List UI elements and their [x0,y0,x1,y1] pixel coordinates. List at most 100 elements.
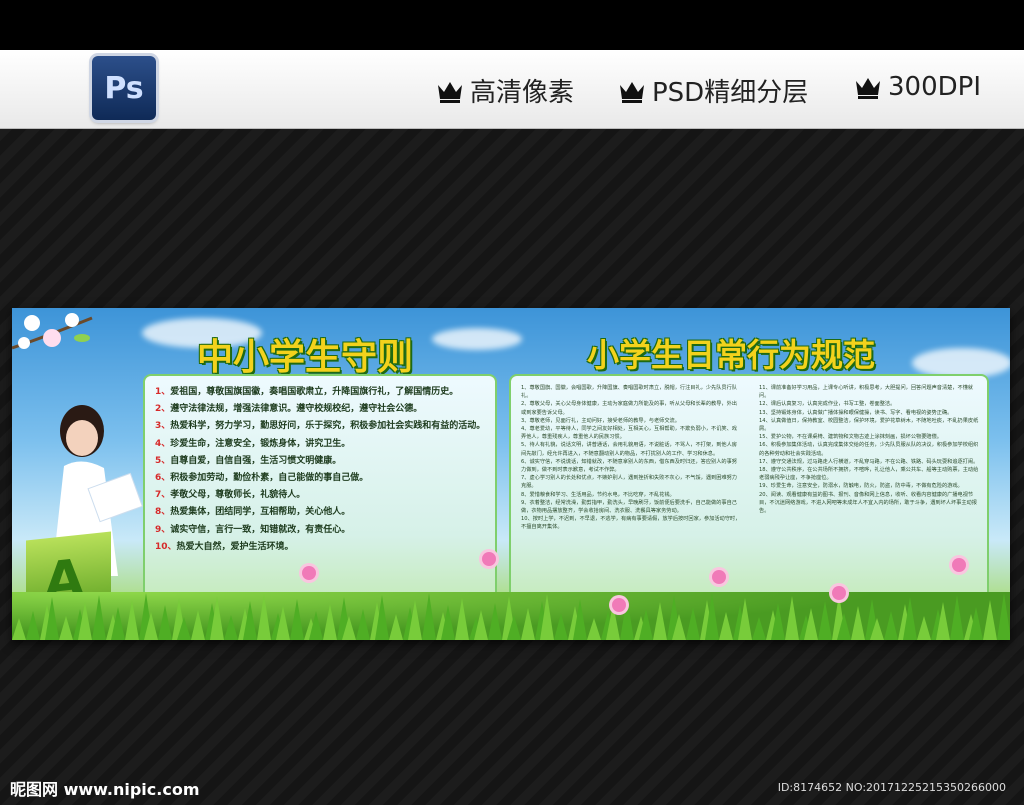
rule-number: 4、 [155,438,171,449]
grass-blade [474,610,488,640]
grass-blade [554,613,568,640]
rule-number: 1、 [155,387,171,397]
grass-blade [587,618,601,640]
rule-item: 1、爱祖国，尊敬国旗国徽，奏唱国歌肃立，升降国旗行礼，了解国情历史。 [155,384,487,401]
left-rules-panel: 1、爱祖国，尊敬国旗国徽，奏唱国歌肃立，升降国旗行礼，了解国情历史。 2、遵守法律… [143,374,497,606]
feature-label: 高清像素 [470,78,575,108]
grass-blade [191,610,205,640]
flower-icon [712,570,726,584]
crown-icon [438,81,462,103]
grass-blade [177,617,191,640]
rule-text: 积极参加劳动，勤俭朴素，自己能做的事自己做。 [170,473,369,484]
grass-blade [144,612,158,640]
norm-item: 8、爱惜粮食和学习、生活用品，节约水电，不比吃穿，不乱花钱。 [521,491,675,498]
rule-item: 8、热爱集体，团结同学，互相帮助，关心他人。 [155,504,487,521]
right-rules-col2: 11、课前准备好学习用品，上课专心听讲，积极思考，大胆提问，回答问题声音清楚，不… [749,376,987,532]
grass-blade [356,609,370,640]
rule-item: 3、热爱科学，努力学习，勤思好问，乐于探究，积极参加社会实践和有益的活动。 [155,418,487,435]
grass-blade [653,602,667,640]
grass-blade [375,595,389,640]
norm-item: 15、爱护公物，不在课桌椅、建筑物和文物古迹上涂抹刻画，损坏公物要赔偿。 [759,434,942,441]
rule-text: 热爱科学，努力学习，勤思好问，乐于探究，积极参加社会实践和有益的活动。 [170,421,486,432]
grass-blade [276,606,290,640]
grass-blade [290,599,304,640]
rule-number: 2、 [155,404,171,415]
grass-blade [342,616,356,640]
right-board-title: 小学生日常行为规范 [587,336,876,374]
rule-item: 2、遵守法律法规，增强法律意识。遵守校规校纪，遵守社会公德。 [155,401,487,418]
grass-blade [686,607,700,640]
norm-item: 14、认真做值日，保持教室、校园整洁，保护环境，爱护花草树木，不随地吐痰，不乱扔… [759,417,979,433]
rule-number: 9、 [155,524,171,535]
grass-blade [771,603,785,640]
grass-blade [26,611,40,640]
rule-number: 5、 [155,455,171,466]
cloud [432,328,522,350]
grass-blade [804,608,818,640]
grass-blade [210,596,224,640]
crown-icon [620,81,644,103]
grass-blade [59,616,73,640]
grass-blade [884,611,898,640]
left-rules-list: 1、爱祖国，尊敬国旗国徽，奏唱国歌肃立，升降国旗行礼，了解国情历史。 2、遵守法律… [145,376,495,556]
grass-blade [78,602,92,640]
norm-item: 18、遵守公共秩序，在公共场所不拥挤，不喧哗，礼让他人，乘公共车、船等主动购票，… [759,467,979,482]
rule-number: 7、 [155,490,171,501]
grass-blade [917,616,931,640]
bulletin-board: 中小学生守则 小学生日常行为规范 A B C 1、爱祖国，尊敬国旗国徽，奏唱国歌… [12,308,1010,640]
image-id-text: ID:8174652 NO:20171225215350266000 [777,781,1006,794]
grass-blade [936,602,950,640]
ps-logo-text: Ps [104,70,144,106]
feature-label: 300DPI [888,72,981,102]
flower-icon [952,558,966,572]
grass-blade [969,607,983,640]
grass-blade [719,612,733,640]
flower-icon [302,566,316,580]
grass-blade [573,599,587,640]
rule-item: 10、热爱大自然，爱护生活环境。 [155,539,487,556]
rule-item: 5、自尊自爱，自信自强，生活习惯文明健康。 [155,453,487,470]
norm-item: 13、坚持锻炼身体，认真做广播体操和眼保健操，读书、写字、看电视的姿势正确。 [759,409,953,416]
rule-text: 遵守法律法规，增强法律意识。遵守校规校纪，遵守社会公德。 [170,404,423,415]
grass-blade [837,613,851,640]
rule-text: 自尊自爱，自信自强，生活习惯文明健康。 [170,455,342,466]
feature-label: PSD精细分层 [652,78,809,108]
left-board-title: 中小学生守则 [197,337,414,378]
norm-item: 2、尊敬父母，关心父母身体健康，主动为家庭做力所能及的事，听从父母和长辈的教导，… [521,401,737,416]
feature-dpi: 300DPI [854,72,981,102]
norm-item: 19、珍爱生命，注意安全，防溺水，防触电，防火，防盗，防中毒，不做有危险的游戏。 [759,483,963,490]
grass-blade [983,600,997,640]
norm-item: 6、诚实守信，不说谎话，知错就改，不随意拿别人的东西，借东西及时归还，答应别人的… [521,458,737,474]
grass-blade [785,596,799,640]
grass-blade [408,600,422,640]
site-watermark: 昵图网 www.nipic.com [10,780,200,799]
grass-blade [224,615,238,640]
flower-icon [482,552,496,566]
norm-item: 7、虚心学习别人的长处和优点，不嫉妒别人，遇到挫折和失败不灰心，不气馁，遇到困难… [521,475,737,490]
feature-hd: 高清像素 [436,72,574,109]
grass-blade [507,615,521,640]
rule-text: 珍爱生命，注意安全，锻炼身体，讲究卫生。 [170,438,351,449]
grass-blade [738,598,752,640]
grass-blade [243,601,257,640]
rule-item: 4、珍爱生命，注意安全，锻炼身体，讲究卫生。 [155,436,487,453]
rule-item: 6、积极参加劳动，勤俭朴素，自己能做的事自己做。 [155,470,487,487]
grass-blade [45,597,59,640]
grass-blade [257,594,271,640]
grass-blade [12,618,26,640]
feature-psd: PSD精细分层 [618,72,808,109]
rule-item: 7、孝敬父母，尊敬师长，礼貌待人。 [155,487,487,504]
rule-item: 9、诚实守信，言行一致，知错就改，有责任心。 [155,522,487,539]
grass-blade [455,598,469,640]
rule-number: 8、 [155,507,171,518]
norm-item: 3、尊敬老师，见面行礼，主动问好，接受老师的教导，与老师交流。 [521,417,680,424]
grass-blade [672,614,686,640]
grass-blade [422,593,436,640]
grass-blade [488,603,502,640]
grass-blade [705,593,719,640]
grass-blade [389,614,403,640]
grass-blade [521,608,535,640]
right-rules-panel: 1、尊敬国旗、国徽，会唱国歌，升降国旗、奏唱国歌时肃立，脱帽，行注目礼，少先队员… [509,374,989,606]
grass-blade [92,595,106,640]
flower-icon [612,598,626,612]
